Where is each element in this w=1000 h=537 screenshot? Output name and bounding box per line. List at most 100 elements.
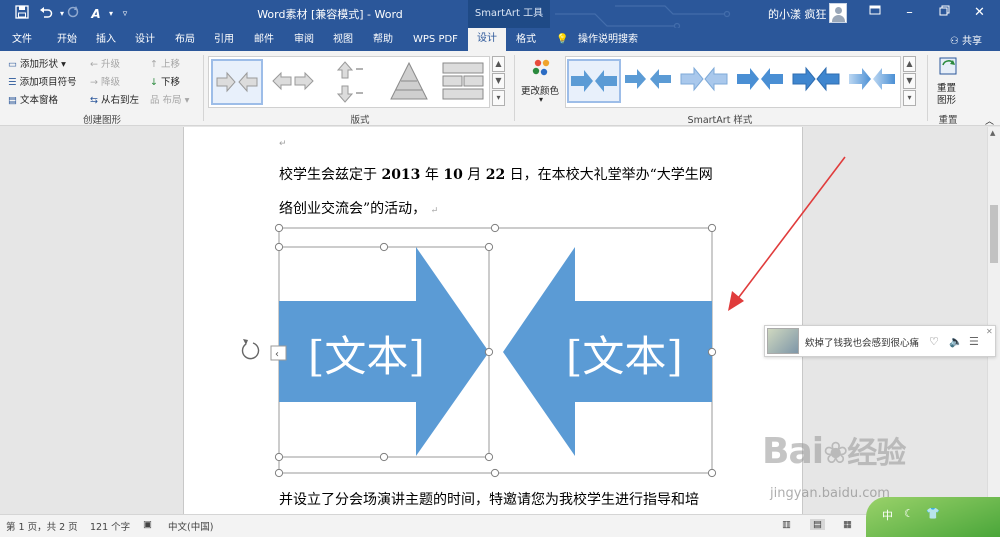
text-run: 校学生会兹定于 <box>279 167 382 183</box>
print-layout-icon[interactable]: ▤ <box>810 519 825 530</box>
tab-references[interactable]: 引用 <box>214 32 234 51</box>
resize-handle[interactable] <box>490 223 500 233</box>
page-count[interactable]: 第 1 页，共 2 页 <box>6 519 78 533</box>
scroll-up-icon[interactable]: ▲ <box>990 129 995 137</box>
customize-icon[interactable]: ▿ <box>116 5 134 23</box>
tab-wps-pdf[interactable]: WPS PDF <box>413 32 458 51</box>
user-name[interactable]: 的小漾 疯狂 <box>768 6 827 22</box>
move-up-label: 上移 <box>161 59 181 70</box>
music-player-popup[interactable]: 欸掉了钱我也会感到很心痛 ♡ 🔈 ☰ ✕ <box>764 325 996 357</box>
paragraph-3[interactable]: 并设立了分会场演讲主题的时间，特邀请您为我校学生进行指导和培 <box>279 489 699 509</box>
layout-thumb-opposing-arrows[interactable] <box>211 59 263 105</box>
resize-handle[interactable] <box>379 242 389 252</box>
proofing-icon[interactable]: ▣ <box>143 519 152 530</box>
style-thumb-light[interactable] <box>679 59 733 103</box>
add-shape-button[interactable]: ▭ 添加形状 ▾ <box>8 56 66 70</box>
paragraph-2[interactable]: 络创业交流会”的活动， ↵ <box>279 198 438 218</box>
tab-mailings[interactable]: 邮件 <box>254 32 274 51</box>
tab-review[interactable]: 审阅 <box>294 32 314 51</box>
playlist-icon[interactable]: ☰ <box>969 335 979 348</box>
ime-toolbar[interactable]: 中 ☾ 👕 <box>866 497 1000 537</box>
layout-thumb-vertical-arrows[interactable] <box>325 59 377 105</box>
style-thumb-intense[interactable] <box>791 59 845 103</box>
resize-handle[interactable] <box>379 452 389 462</box>
ribbon-display-icon[interactable] <box>857 0 892 28</box>
promote-button[interactable]: ← 升级 <box>90 56 120 70</box>
rotate-handle-icon[interactable] <box>241 339 260 360</box>
expand-gallery-icon[interactable]: ▾ <box>903 90 916 106</box>
paragraph-1[interactable]: 校学生会兹定于 2013 年 10 月 22 日，在本校大礼堂举办“大学生网 <box>279 164 713 184</box>
resize-handle[interactable] <box>490 468 500 478</box>
scroll-up-icon[interactable]: ▲ <box>492 56 505 72</box>
scroll-up-icon[interactable]: ▲ <box>903 56 916 72</box>
close-icon[interactable]: ✕ <box>986 327 993 336</box>
document-page[interactable]: ↵ 校学生会兹定于 2013 年 10 月 22 日，在本校大礼堂举办“大学生网… <box>183 127 803 514</box>
resize-handle[interactable] <box>274 468 284 478</box>
text-pane-icon: ▤ <box>8 95 17 106</box>
text-pane-button[interactable]: ▤ 文本窗格 <box>8 92 58 106</box>
style-thumb-simple[interactable] <box>567 59 621 103</box>
moon-icon[interactable]: ☾ <box>904 507 914 520</box>
tab-help[interactable]: 帮助 <box>373 32 393 51</box>
tab-design[interactable]: 设计 <box>135 32 155 51</box>
tab-layout[interactable]: 布局 <box>175 32 195 51</box>
avatar[interactable] <box>829 3 847 23</box>
close-icon[interactable]: ✕ <box>962 0 997 28</box>
tab-view[interactable]: 视图 <box>333 32 353 51</box>
volume-icon[interactable]: 🔈 <box>949 335 963 348</box>
expand-gallery-icon[interactable]: ▾ <box>492 90 505 106</box>
layout-button[interactable]: 品 布局 ▾ <box>150 92 189 106</box>
scroll-down-icon[interactable]: ▼ <box>903 73 916 89</box>
redo-icon[interactable] <box>64 5 82 23</box>
word-count[interactable]: 121 个字 <box>90 519 130 533</box>
style-thumb-moderate[interactable] <box>735 59 789 103</box>
share-button[interactable]: ⚇ 共享 <box>950 32 982 47</box>
resize-handle[interactable] <box>484 347 494 357</box>
layout-thumb-table[interactable] <box>437 59 489 105</box>
add-bullet-button[interactable]: ☰ 添加项目符号 <box>8 74 77 88</box>
heart-icon[interactable]: ♡ <box>929 335 939 348</box>
ime-mode[interactable]: 中 <box>882 507 893 523</box>
style-thumb-gradient[interactable] <box>847 59 901 103</box>
tab-smartart-format[interactable]: 格式 <box>516 32 536 51</box>
resize-handle[interactable] <box>707 347 717 357</box>
chevron-down-icon: ▾ <box>61 59 66 70</box>
scroll-down-icon[interactable]: ▼ <box>492 73 505 89</box>
ribbon-tabs: 文件 开始 插入 设计 布局 引用 邮件 审阅 视图 帮助 WPS PDF 设计… <box>0 28 1000 51</box>
save-icon[interactable] <box>13 5 31 23</box>
resize-handle[interactable] <box>707 223 717 233</box>
layout-thumb-pyramid[interactable] <box>383 59 435 105</box>
restore-icon[interactable] <box>927 0 962 28</box>
change-colors-button[interactable]: 更改颜色 ▾ <box>518 57 564 107</box>
reset-graphic-button[interactable]: 重置图形 <box>932 55 966 109</box>
layout-thumb-double-arrow[interactable] <box>267 59 319 105</box>
tab-insert[interactable]: 插入 <box>96 32 116 51</box>
scrollbar-thumb[interactable] <box>990 205 998 263</box>
right-arrow-text[interactable]: [文本] <box>566 323 683 384</box>
minimize-icon[interactable]: – <box>892 0 927 28</box>
vertical-scrollbar[interactable]: ▲ <box>987 127 1000 514</box>
resize-handle[interactable] <box>274 223 284 233</box>
tab-smartart-design[interactable]: 设计 <box>468 28 506 51</box>
right-to-left-button[interactable]: ⇆ 从右到左 <box>90 92 139 106</box>
read-mode-icon[interactable]: ▥ <box>782 519 791 530</box>
demote-button[interactable]: → 降级 <box>90 74 120 88</box>
style-thumb-flat[interactable] <box>623 59 677 103</box>
resize-handle[interactable] <box>707 468 717 478</box>
resize-handle[interactable] <box>484 452 494 462</box>
tab-file[interactable]: 文件 <box>12 32 32 51</box>
move-down-button[interactable]: ↓ 下移 <box>150 74 180 88</box>
layouts-gallery-scroll: ▲ ▼ ▾ <box>492 56 505 108</box>
tab-home[interactable]: 开始 <box>57 32 77 51</box>
resize-handle[interactable] <box>274 242 284 252</box>
tell-me-search[interactable]: 操作说明搜索 <box>578 32 638 51</box>
demote-icon: → <box>90 77 98 88</box>
left-arrow-text[interactable]: [文本] <box>308 323 425 384</box>
move-up-button[interactable]: ↑ 上移 <box>150 56 180 70</box>
shirt-icon[interactable]: 👕 <box>926 507 940 520</box>
language[interactable]: 中文(中国) <box>168 519 213 533</box>
collapse-ribbon-icon[interactable]: ︿ <box>985 114 994 127</box>
resize-handle[interactable] <box>274 452 284 462</box>
web-layout-icon[interactable]: ▦ <box>843 519 852 530</box>
resize-handle[interactable] <box>484 242 494 252</box>
